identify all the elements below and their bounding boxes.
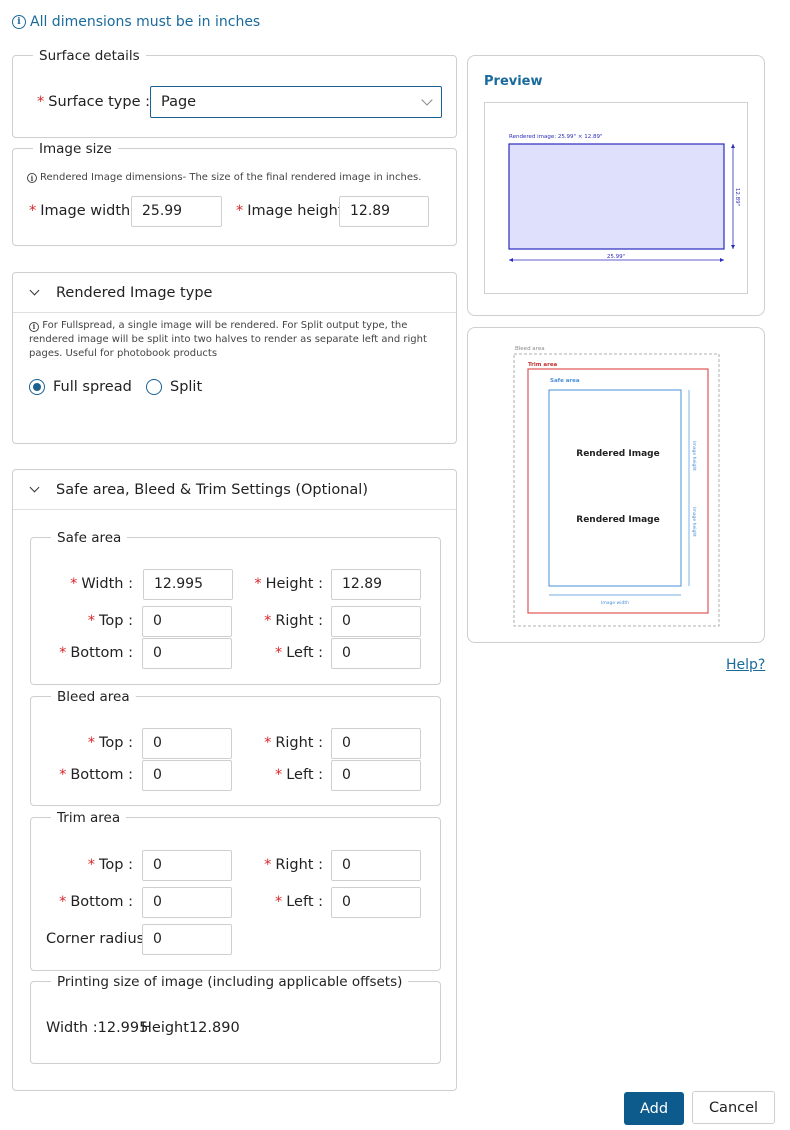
radio-full-spread[interactable]: Full spread <box>29 379 132 395</box>
bleed-area-section: Bleed area * Top : 0 * Right : 0 * Bottom :… <box>30 689 441 806</box>
info-icon: i <box>27 173 37 183</box>
safe-height-input[interactable]: 12.89 <box>331 569 421 600</box>
preview-rendered-rect <box>508 143 725 250</box>
trim-area-legend: Trim area <box>51 810 127 826</box>
trim-area-section: Trim area * Top : 0 * Right : 0 * Bottom : … <box>30 810 441 971</box>
trim-left-label: * Left : <box>274 894 323 910</box>
printing-height: Height12.890 <box>141 1020 240 1036</box>
safe-width-input[interactable]: 12.995 <box>143 569 233 600</box>
area-diagram: Bleed area Trim area Safe area Rendered … <box>513 346 720 627</box>
image-width-label: * Image width : <box>29 203 140 219</box>
bleed-right-input[interactable]: 0 <box>331 728 421 759</box>
trim-bottom-input[interactable]: 0 <box>142 887 232 918</box>
diagram-safe-rect <box>548 389 682 587</box>
printing-size-section: Printing size of image (including applic… <box>30 974 441 1064</box>
preview-height-dim: 12.89" <box>734 188 740 206</box>
printing-size-legend: Printing size of image (including applic… <box>51 974 409 990</box>
surface-details-legend: Surface details <box>33 48 146 64</box>
settings-section: Safe area, Bleed & Trim Settings (Option… <box>12 469 457 1091</box>
image-height-label: * Image height <box>236 203 344 219</box>
preview-panel: Preview Rendered image: 25.99" × 12.89" … <box>467 55 765 316</box>
radio-unchecked-icon <box>146 379 162 395</box>
chevron-down-icon <box>29 482 40 493</box>
rendered-type-note: i For Fullspread, a single image will be… <box>29 320 427 359</box>
image-size-section: Image size i Rendered Image dimensions- … <box>12 141 457 246</box>
settings-header[interactable]: Safe area, Bleed & Trim Settings (Option… <box>13 470 456 510</box>
dimensions-notice: i All dimensions must be in inches <box>12 14 260 30</box>
diagram-height-label-2: Image height <box>691 507 697 537</box>
bleed-left-label: * Left : <box>274 767 323 783</box>
trim-bottom-label: * Bottom : <box>59 894 133 910</box>
diagram-width-label: Image width <box>601 600 629 606</box>
cancel-button[interactable]: Cancel <box>692 1091 775 1124</box>
safe-right-input[interactable]: 0 <box>331 606 421 637</box>
trim-right-input[interactable]: 0 <box>331 850 421 881</box>
diagram-rendered-label-1: Rendered Image <box>576 449 659 459</box>
surface-details-section: Surface details * Surface type : Page <box>12 48 457 138</box>
safe-height-label: * Height : <box>254 576 323 592</box>
diagram-trim-label: Trim area <box>528 362 558 368</box>
safe-area-legend: Safe area <box>51 530 128 546</box>
diagram-panel: Bleed area Trim area Safe area Rendered … <box>467 327 765 643</box>
safe-bottom-input[interactable]: 0 <box>142 638 232 669</box>
add-button[interactable]: Add <box>624 1092 684 1125</box>
help-link[interactable]: Help? <box>726 657 765 673</box>
safe-area-section: Safe area * Width : 12.995 * Height : 12.8… <box>30 530 441 685</box>
safe-bottom-label: * Bottom : <box>59 645 133 661</box>
printing-width: Width :12.995 <box>46 1020 149 1036</box>
safe-top-input[interactable]: 0 <box>142 606 232 637</box>
safe-left-label: * Left : <box>274 645 323 661</box>
bleed-left-input[interactable]: 0 <box>331 760 421 791</box>
bleed-area-legend: Bleed area <box>51 689 136 705</box>
diagram-safe-label: Safe area <box>550 378 580 384</box>
bleed-top-input[interactable]: 0 <box>142 728 232 759</box>
image-width-input[interactable]: 25.99 <box>131 196 222 227</box>
image-size-note: i Rendered Image dimensions- The size of… <box>27 171 421 185</box>
rendered-image-type-section: Rendered Image type i For Fullspread, a … <box>12 272 457 444</box>
bleed-top-label: * Top : <box>87 735 133 751</box>
safe-width-label: * Width : <box>70 576 133 592</box>
safe-right-label: * Right : <box>264 613 323 629</box>
surface-type-label: * Surface type : <box>37 94 150 110</box>
info-icon: i <box>12 15 26 29</box>
radio-split[interactable]: Split <box>146 379 202 395</box>
radio-checked-icon <box>29 379 45 395</box>
image-size-legend: Image size <box>33 141 118 157</box>
surface-type-select[interactable]: Page <box>150 86 442 118</box>
trim-top-input[interactable]: 0 <box>142 850 232 881</box>
bleed-right-label: * Right : <box>264 735 323 751</box>
diagram-bleed-label: Bleed area <box>515 346 545 352</box>
trim-left-input[interactable]: 0 <box>331 887 421 918</box>
bleed-bottom-label: * Bottom : <box>59 767 133 783</box>
diagram-bleed-rect <box>513 353 720 627</box>
image-height-input[interactable]: 12.89 <box>339 196 429 227</box>
preview-width-dim: 25.99" <box>607 254 625 260</box>
safe-top-label: * Top : <box>87 613 133 629</box>
preview-canvas: Rendered image: 25.99" × 12.89" 25.99" 1… <box>484 102 748 294</box>
safe-left-input[interactable]: 0 <box>331 638 421 669</box>
info-icon: i <box>29 321 39 332</box>
corner-radius-input[interactable]: 0 <box>142 924 232 955</box>
bleed-bottom-input[interactable]: 0 <box>142 760 232 791</box>
diagram-rendered-label-2: Rendered Image <box>576 515 659 525</box>
trim-top-label: * Top : <box>87 857 133 873</box>
preview-title: Preview <box>484 74 543 89</box>
chevron-down-icon <box>421 94 433 106</box>
chevron-down-icon <box>29 285 40 296</box>
preview-caption: Rendered image: 25.99" × 12.89" <box>509 134 602 140</box>
trim-right-label: * Right : <box>264 857 323 873</box>
corner-radius-label: Corner radius <box>46 931 145 947</box>
rendered-image-type-header[interactable]: Rendered Image type <box>13 273 456 313</box>
diagram-height-label-1: Image height <box>691 441 697 471</box>
